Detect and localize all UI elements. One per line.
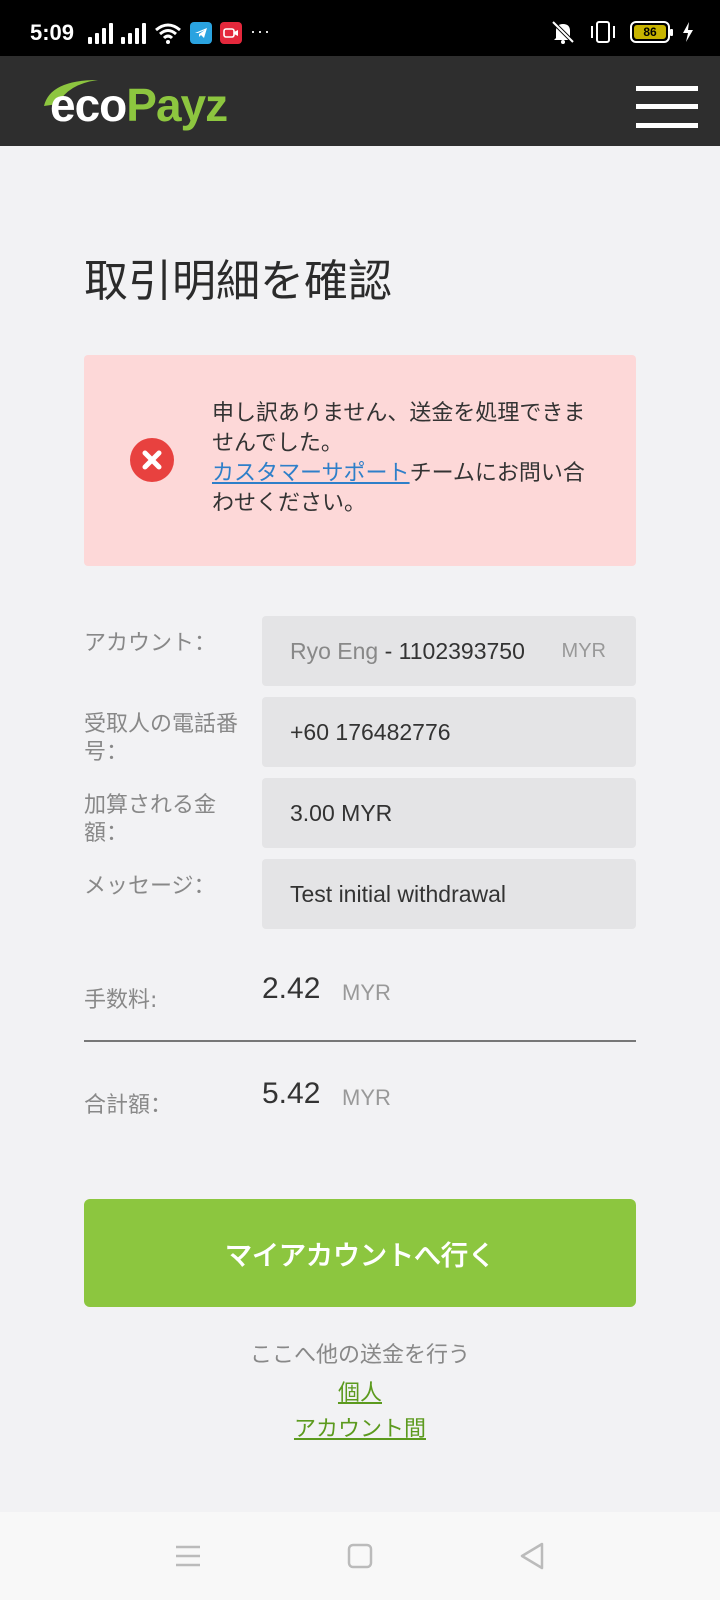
- hamburger-menu-icon[interactable]: [636, 86, 698, 130]
- error-line1: 申し訳ありません、送金を処理できませんでした。: [212, 401, 586, 456]
- account-number: 1102393750: [398, 637, 525, 664]
- summary-divider: [84, 1040, 636, 1042]
- page-title: 取引明細を確認: [84, 256, 392, 307]
- logo-payz-text: Payz: [126, 79, 228, 131]
- telegram-icon: [190, 22, 212, 44]
- logo-eco-text: eco: [50, 79, 127, 131]
- app-header: ecoPayz: [0, 56, 720, 146]
- phone-row: 受取人の電話番号： +60 176482776: [84, 697, 636, 767]
- message-row: メッセージ： Test initial withdrawal: [84, 859, 636, 929]
- message-field: Test initial withdrawal: [262, 859, 636, 929]
- mute-icon: [551, 20, 575, 44]
- signal-icon: [121, 22, 146, 44]
- total-label: 合計額：: [84, 1093, 173, 1118]
- wifi-icon: [155, 23, 181, 44]
- error-alert: 申し訳ありません、送金を処理できませんでした。 カスタマーサポートチームにお問い…: [84, 355, 636, 566]
- charging-icon: [683, 22, 693, 42]
- account-row: アカウント： Ryo Eng - 1102393750 MYR: [84, 616, 636, 686]
- signal-icon: [88, 22, 113, 44]
- fee-currency: MYR: [342, 980, 391, 1005]
- recents-icon[interactable]: [168, 1536, 208, 1576]
- fee-label: 手数料:: [84, 988, 158, 1013]
- ecopayz-logo[interactable]: ecoPayz: [40, 74, 270, 131]
- status-right-icons: 86: [550, 20, 694, 44]
- home-icon[interactable]: [340, 1536, 380, 1576]
- phone-label: 受取人の電話番号：: [84, 712, 239, 765]
- account-separator: -: [378, 637, 399, 664]
- total-currency: MYR: [342, 1085, 391, 1110]
- vibrate-icon: [591, 21, 615, 43]
- go-to-my-account-button[interactable]: マイアカウントへ行く: [84, 1199, 636, 1307]
- account-name: Ryo Eng: [290, 637, 379, 664]
- battery-icon: 86: [630, 21, 673, 43]
- error-x-icon: [130, 438, 174, 482]
- amount-field: 3.00 MYR: [262, 778, 636, 848]
- personal-link-wrap: 個人: [0, 1375, 720, 1407]
- message-label: メッセージ：: [84, 874, 216, 899]
- status-time: 5:09: [30, 20, 75, 45]
- screen-record-icon: [220, 22, 242, 44]
- personal-transfer-link[interactable]: 個人: [338, 1381, 382, 1406]
- amount-row: 加算される金額： 3.00 MYR: [84, 778, 636, 848]
- error-message: 申し訳ありません、送金を処理できませんでした。 カスタマーサポートチームにお問い…: [212, 399, 592, 519]
- account-label: アカウント：: [84, 631, 217, 656]
- back-icon[interactable]: [512, 1536, 552, 1576]
- between-accounts-link-wrap: アカウント間: [0, 1411, 720, 1443]
- status-bar: 5:09 ··· 86: [0, 0, 720, 56]
- other-transfer-text: ここへ他の送金を行う: [249, 1343, 470, 1368]
- account-currency: MYR: [561, 639, 606, 662]
- fee-row: 手数料: 2.42 MYR: [84, 972, 636, 1022]
- phone-field: +60 176482776: [262, 697, 636, 767]
- more-icon: ···: [250, 21, 271, 41]
- status-left-icons: ···: [88, 18, 271, 44]
- total-amount: 5.42: [262, 1077, 321, 1110]
- system-nav-bar: [0, 1512, 720, 1600]
- between-accounts-link[interactable]: アカウント間: [294, 1417, 426, 1442]
- amount-label: 加算される金額：: [84, 793, 217, 846]
- account-field: Ryo Eng - 1102393750 MYR: [262, 616, 636, 686]
- customer-support-link[interactable]: カスタマーサポート: [212, 461, 410, 486]
- total-row: 合計額： 5.42 MYR: [84, 1077, 636, 1127]
- fee-amount: 2.42: [262, 972, 321, 1005]
